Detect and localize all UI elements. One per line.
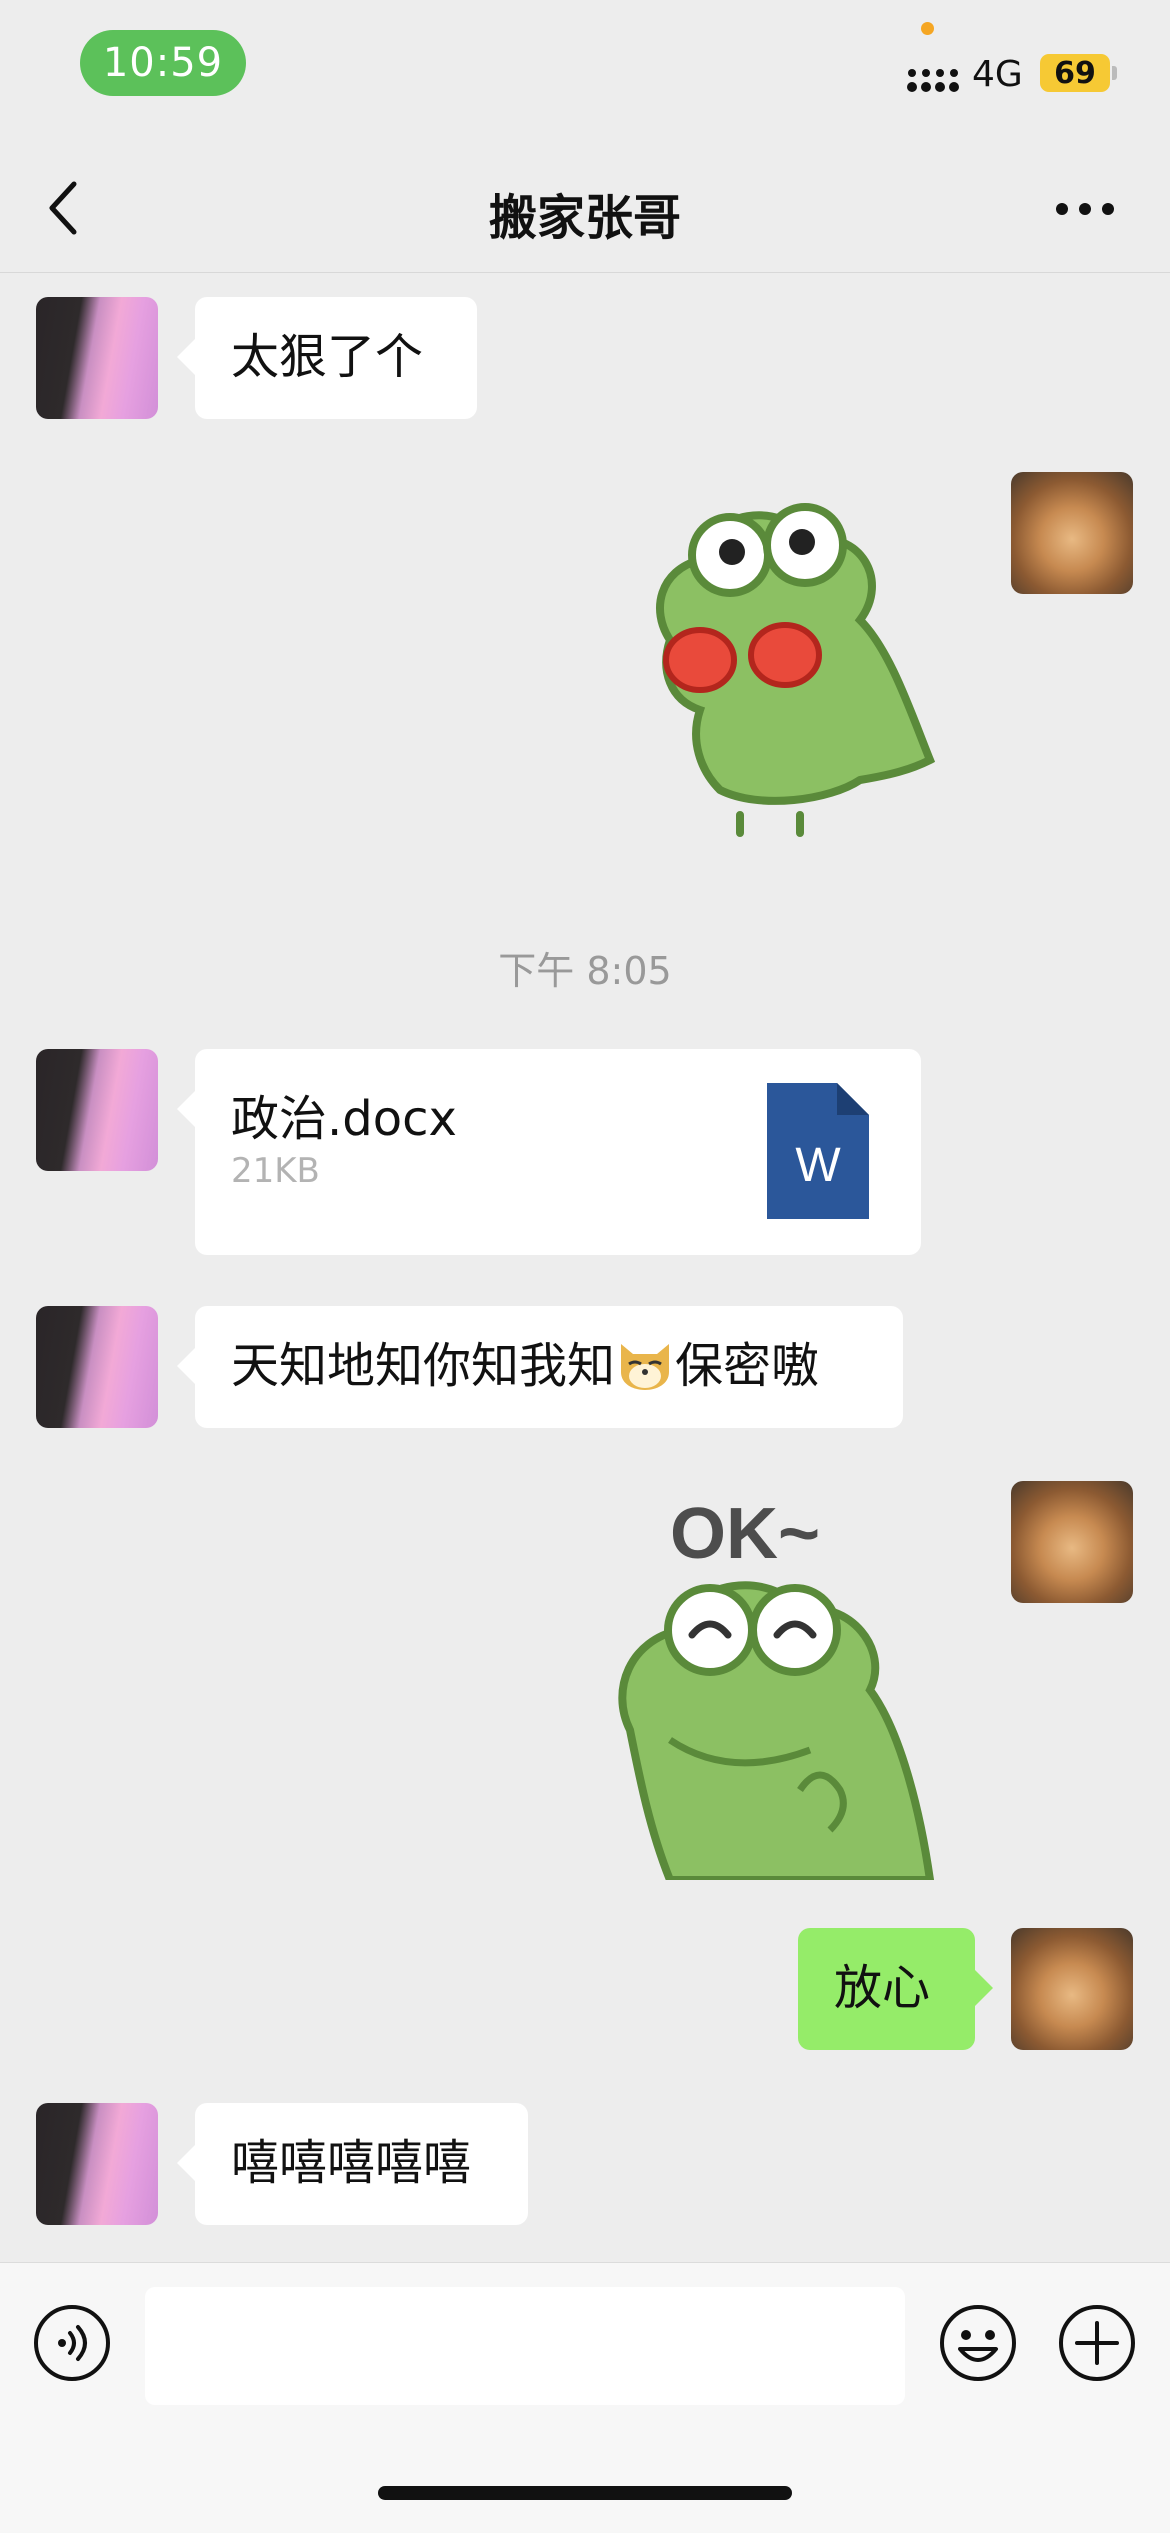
voice-icon[interactable] — [32, 2303, 112, 2383]
contact-avatar[interactable] — [36, 1049, 158, 1171]
emoji-icon[interactable] — [938, 2303, 1018, 2383]
my-avatar[interactable] — [1011, 472, 1133, 594]
message-bubble-received[interactable]: 天知地知你知我知 保密嗷 — [177, 1306, 903, 1428]
message-text: 太狠了个 — [231, 329, 424, 385]
contact-avatar[interactable] — [36, 1306, 158, 1428]
plus-icon[interactable] — [1057, 2303, 1137, 2383]
file-name: 政治.docx — [231, 1091, 457, 1147]
message-timestamp: 下午 8:05 — [498, 949, 672, 993]
crocodile-ok-sticker[interactable]: OK~ — [600, 1490, 980, 1880]
signal-icon — [907, 69, 959, 92]
word-icon-letter: W — [795, 1139, 841, 1192]
chat-header: 搬家张哥 — [0, 120, 1170, 273]
contact-avatar[interactable] — [36, 2103, 158, 2225]
message-bubble-sent[interactable]: 放心 — [798, 1928, 993, 2050]
message-bubble-received[interactable]: 嘻嘻嘻嘻嘻 — [177, 2103, 528, 2225]
word-document-icon: W — [767, 1083, 869, 1219]
message-bubble-received[interactable]: 太狠了个 — [177, 297, 477, 419]
battery-icon: 69 — [1040, 54, 1110, 92]
message-input[interactable] — [145, 2287, 905, 2405]
home-indicator[interactable] — [378, 2486, 792, 2500]
privacy-indicator-dot — [921, 22, 934, 35]
message-text: 嘻嘻嘻嘻嘻 — [231, 2135, 472, 2191]
status-bar: 10:59 4G 69 — [0, 0, 1170, 120]
file-message-card[interactable]: 政治.docx 21KB W — [177, 1049, 921, 1255]
my-avatar[interactable] — [1011, 1481, 1133, 1603]
my-avatar[interactable] — [1011, 1928, 1133, 2050]
message-text: 天知地知你知我知 — [231, 1338, 616, 1394]
doge-emoji-icon — [621, 1344, 670, 1390]
file-size: 21KB — [231, 1151, 320, 1191]
battery-tip — [1112, 66, 1117, 80]
status-time: 10:59 — [80, 30, 246, 96]
contact-avatar[interactable] — [36, 297, 158, 419]
chat-title: 搬家张哥 — [488, 190, 681, 246]
crocodile-boxing-sticker[interactable] — [610, 490, 950, 840]
more-options-icon[interactable] — [1055, 202, 1115, 216]
sticker-ok-text: OK~ — [670, 1494, 820, 1574]
message-text-tail: 保密嗷 — [675, 1338, 820, 1394]
battery-level: 69 — [1054, 55, 1096, 91]
network-type: 4G — [972, 54, 1023, 95]
message-text: 放心 — [834, 1960, 931, 2016]
